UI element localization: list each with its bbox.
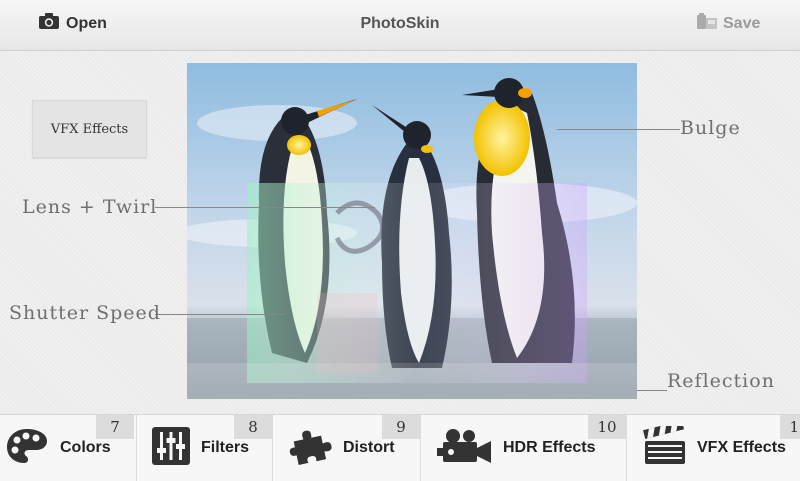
tool-hdr-effects-number: 10 xyxy=(588,415,626,439)
tool-hdr-effects[interactable]: HDR Effects 10 xyxy=(421,415,626,481)
lens-twirl-label: Lens + Twirl xyxy=(22,196,158,218)
vfx-effects-chip[interactable]: VFX Effects xyxy=(32,100,147,158)
tool-colors-label: Colors xyxy=(60,439,111,456)
bulge-pointer-line xyxy=(557,129,680,130)
app-title: PhotoSkin xyxy=(360,15,440,32)
tool-vfx-effects-number: 11 xyxy=(780,415,800,439)
top-bar: Open PhotoSkin Save xyxy=(0,0,800,51)
tool-colors[interactable]: Colors 7 xyxy=(0,415,136,481)
shutter-speed-pointer-line xyxy=(155,314,285,315)
tool-vfx-effects-label: VFX Effects xyxy=(697,439,786,456)
tool-filters-label: Filters xyxy=(201,439,250,456)
tool-distort-number: 9 xyxy=(382,415,420,439)
clapperboard-icon xyxy=(643,420,687,471)
save-icon xyxy=(696,12,718,35)
tool-distort-label: Distort xyxy=(343,439,395,456)
effects-toolbar: Colors 7 Filters 8 Distort 9 HDR Effects… xyxy=(0,414,800,481)
reflection-pointer-line xyxy=(637,390,667,391)
save-label: Save xyxy=(723,14,761,32)
sliders-icon xyxy=(151,426,191,471)
lens-twirl-pointer-line xyxy=(155,207,375,208)
puzzle-icon xyxy=(289,426,333,471)
palette-icon xyxy=(4,426,50,471)
tool-distort[interactable]: Distort 9 xyxy=(273,415,420,481)
penguins-photo xyxy=(187,63,637,399)
bulge-label: Bulge xyxy=(680,117,741,139)
reflection-label: Reflection xyxy=(667,370,775,392)
video-camera-icon xyxy=(437,426,493,471)
save-button[interactable]: Save xyxy=(696,12,760,35)
tool-hdr-effects-label: HDR Effects xyxy=(503,439,596,456)
tool-filters-number: 8 xyxy=(234,415,272,439)
shutter-speed-label: Shutter Speed xyxy=(9,302,161,324)
photo-canvas[interactable] xyxy=(187,63,637,399)
tool-colors-number: 7 xyxy=(96,415,134,439)
tool-vfx-effects[interactable]: VFX Effects 11 xyxy=(627,415,800,481)
tool-filters[interactable]: Filters 8 xyxy=(137,415,272,481)
